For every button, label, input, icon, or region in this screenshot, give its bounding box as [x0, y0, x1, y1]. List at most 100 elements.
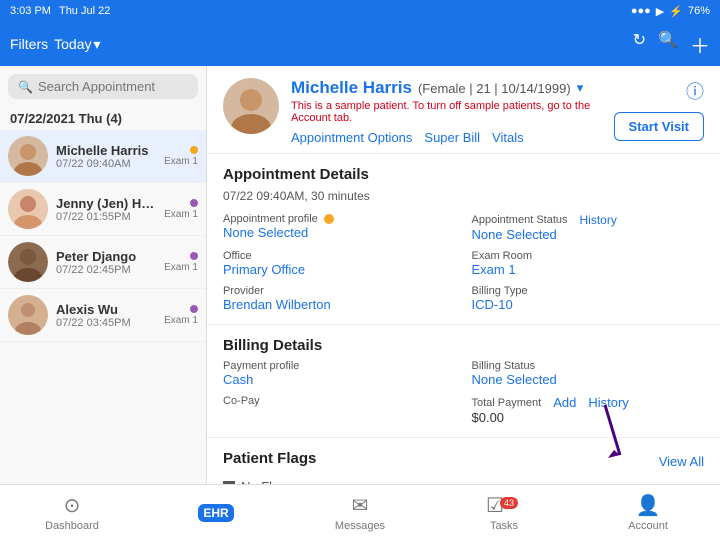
patient-demographics: (Female | 21 | 10/14/1999) — [418, 81, 571, 96]
patient-info-2: Jenny (Jen) Harris 07/22 01:55PM — [56, 196, 156, 223]
patient-time-1: 07/22 09:40AM — [56, 158, 156, 170]
ehr-icon: EHR — [198, 504, 233, 522]
main-content: Michelle Harris (Female | 21 | 10/14/199… — [207, 66, 720, 484]
nav-item-account[interactable]: 👤 Account — [608, 493, 688, 532]
patient-meta-3: Exam 1 — [164, 252, 198, 273]
nav-item-ehr[interactable]: EHR — [176, 504, 256, 522]
exam-label-4: Exam 1 — [164, 315, 198, 326]
patient-item[interactable]: Michelle Harris 07/22 09:40AM Exam 1 — [0, 130, 206, 183]
patient-header-name: Michelle Harris — [291, 78, 412, 98]
billing-details-section: Billing Details Payment profile Cash Bil… — [207, 325, 720, 438]
patient-chevron-icon[interactable]: ▾ — [577, 80, 584, 96]
patient-name-1: Michelle Harris — [56, 143, 156, 158]
appointment-profile-value[interactable]: None Selected — [223, 225, 456, 240]
start-visit-button[interactable]: Start Visit — [614, 112, 704, 141]
appointment-details-section: Appointment Details 07/22 09:40AM, 30 mi… — [207, 154, 720, 325]
patient-time-4: 07/22 03:45PM — [56, 317, 156, 329]
appointment-status-label: Appointment Status — [472, 214, 568, 226]
patient-header-info: Michelle Harris (Female | 21 | 10/14/199… — [291, 78, 602, 145]
office-value[interactable]: Primary Office — [223, 262, 456, 277]
status-dot-3 — [190, 252, 198, 260]
patient-header: Michelle Harris (Female | 21 | 10/14/199… — [207, 66, 720, 154]
status-time: 3:03 PM — [10, 5, 51, 17]
total-payment-item: Total Payment Add History $0.00 — [472, 395, 705, 425]
status-left: 3:03 PM Thu Jul 22 — [10, 5, 110, 17]
profile-dot — [324, 214, 334, 224]
sample-notice: This is a sample patient. To turn off sa… — [291, 100, 602, 124]
patient-time-3: 07/22 02:45PM — [56, 264, 156, 276]
payment-profile-item: Payment profile Cash — [223, 360, 456, 387]
patient-name-2: Jenny (Jen) Harris — [56, 196, 156, 211]
billing-status-label: Billing Status — [472, 360, 705, 372]
billing-details-grid: Payment profile Cash Billing Status None… — [223, 360, 704, 425]
payment-profile-label: Payment profile — [223, 360, 456, 372]
appointment-details-title: Appointment Details — [223, 166, 704, 183]
messages-icon: ✉ — [352, 493, 369, 518]
account-label: Account — [628, 520, 668, 532]
top-nav-right: ↻ 🔍 ＋ — [633, 30, 710, 59]
billing-type-value[interactable]: ICD-10 — [472, 297, 705, 312]
search-icon[interactable]: 🔍 — [658, 30, 678, 59]
billing-details-title: Billing Details — [223, 337, 704, 354]
exam-room-value[interactable]: Exam 1 — [472, 262, 705, 277]
status-dot-1 — [190, 146, 198, 154]
super-bill-link[interactable]: Super Bill — [424, 130, 480, 145]
patient-avatar-1 — [8, 136, 48, 176]
office-item: Office Primary Office — [223, 250, 456, 277]
dashboard-label: Dashboard — [45, 520, 99, 532]
battery-icon: ⚡ — [669, 5, 683, 18]
patient-meta-1: Exam 1 — [164, 146, 198, 167]
status-bar: 3:03 PM Thu Jul 22 ●●● ▶ ⚡ 76% — [0, 0, 720, 22]
appointment-status-history-link[interactable]: History — [580, 213, 617, 227]
patient-item[interactable]: Jenny (Jen) Harris 07/22 01:55PM Exam 1 — [0, 183, 206, 236]
provider-value[interactable]: Brendan Wilberton — [223, 297, 456, 312]
today-button[interactable]: Today ▾ — [54, 36, 100, 53]
patient-item[interactable]: Alexis Wu 07/22 03:45PM Exam 1 — [0, 289, 206, 342]
account-icon: 👤 — [636, 493, 661, 518]
filters-button[interactable]: Filters — [10, 36, 48, 52]
total-payment-label: Total Payment — [472, 397, 542, 409]
patient-header-right: ⓘ Start Visit — [614, 78, 704, 141]
payment-profile-value[interactable]: Cash — [223, 372, 456, 387]
provider-item: Provider Brendan Wilberton — [223, 285, 456, 312]
patient-name-3: Peter Django — [56, 249, 156, 264]
status-dot-4 — [190, 305, 198, 313]
patient-info-1: Michelle Harris 07/22 09:40AM — [56, 143, 156, 170]
top-nav-left: Filters Today ▾ — [10, 36, 625, 53]
patient-flags-view-all[interactable]: View All — [659, 454, 704, 469]
copay-label: Co-Pay — [223, 395, 456, 407]
billing-type-item: Billing Type ICD-10 — [472, 285, 705, 312]
search-bar: 🔍 — [8, 74, 198, 99]
patient-avatar-3 — [8, 242, 48, 282]
patient-info-3: Peter Django 07/22 02:45PM — [56, 249, 156, 276]
nav-item-messages[interactable]: ✉ Messages — [320, 493, 400, 532]
search-input[interactable] — [38, 79, 188, 94]
appointment-status-item: Appointment Status History None Selected — [472, 213, 705, 242]
payment-history-link[interactable]: History — [588, 395, 628, 410]
wifi-icon: ▶ — [656, 5, 664, 18]
top-nav: Filters Today ▾ ↻ 🔍 ＋ — [0, 22, 720, 66]
appointment-status-value[interactable]: None Selected — [472, 227, 705, 242]
refresh-icon[interactable]: ↻ — [633, 30, 646, 59]
provider-label: Provider — [223, 285, 456, 297]
vitals-link[interactable]: Vitals — [492, 130, 524, 145]
patient-flags-title: Patient Flags — [223, 450, 316, 467]
signal-icon: ●●● — [631, 5, 651, 17]
nav-item-tasks[interactable]: ☑43 Tasks — [464, 493, 544, 532]
patient-header-actions: Appointment Options Super Bill Vitals — [291, 130, 602, 145]
status-dot-2 — [190, 199, 198, 207]
appointment-profile-item: Appointment profile None Selected — [223, 213, 456, 242]
sidebar: 🔍 07/22/2021 Thu (4) Michelle Harr — [0, 66, 207, 484]
add-payment-link[interactable]: Add — [553, 395, 576, 410]
patient-item[interactable]: Peter Django 07/22 02:45PM Exam 1 — [0, 236, 206, 289]
appointment-profile-label: Appointment profile — [223, 213, 318, 225]
patient-header-avatar — [223, 78, 279, 134]
add-icon[interactable]: ＋ — [690, 30, 710, 59]
appointment-details-grid: Appointment profile None Selected Appoin… — [223, 213, 704, 312]
exam-label-1: Exam 1 — [164, 156, 198, 167]
appointment-options-link[interactable]: Appointment Options — [291, 130, 412, 145]
info-icon[interactable]: ⓘ — [686, 78, 704, 104]
nav-item-dashboard[interactable]: ⊙ Dashboard — [32, 493, 112, 532]
billing-status-value[interactable]: None Selected — [472, 372, 705, 387]
date-header: 07/22/2021 Thu (4) — [0, 107, 206, 130]
